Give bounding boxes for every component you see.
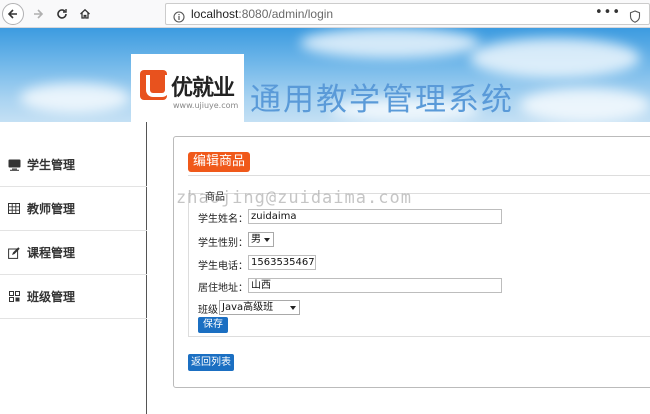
back-to-list-button[interactable]: 返回列表 [188,354,234,371]
edit-panel: 编辑商品 商品 学生姓名： zuidaima 学生性别： 男 学生电话： 156… [173,136,650,388]
cloud-decoration [520,88,650,122]
address-input[interactable]: 山西 [248,278,502,293]
cloud-decoration [470,38,640,78]
url-host: localhost [191,7,239,21]
address-label: 居住地址： [198,283,248,294]
shield-icon[interactable] [629,8,641,27]
student-phone-input[interactable]: 15635354675 [248,255,316,270]
home-button[interactable] [74,3,96,25]
reload-icon [57,9,67,19]
sidebar-item-label: 课程管理 [27,246,76,260]
gender-select[interactable]: 男 [248,232,274,247]
info-icon[interactable] [173,8,185,27]
back-button[interactable] [2,3,24,25]
cloud-decoration [20,83,130,113]
class-label: 班级 [198,305,218,316]
url-bar[interactable]: localhost:8080/admin/login ••• [165,3,650,25]
chevron-down-icon [290,306,296,310]
panel-title: 编辑商品 [188,152,251,172]
header-banner: 优就业 www.ujiuye.com 通用教学管理系统 [0,28,650,122]
table-icon [7,202,21,216]
page-actions-menu[interactable]: ••• [595,5,621,20]
phone-row: 学生电话： [198,257,248,272]
logo-url: www.ujiuye.com [173,101,239,110]
site-title: 通用教学管理系统 [250,82,514,118]
sidebar-item-courses[interactable]: 课程管理 [0,231,147,275]
watermark: zhaojing@zuidaima.com [176,188,412,208]
sidebar-item-label: 教师管理 [27,202,76,216]
gender-selected-value: 男 [251,234,261,245]
sidebar-item-label: 班级管理 [27,290,76,304]
monitor-icon [7,158,21,172]
logo-u-icon [140,70,169,100]
class-select[interactable]: Java高级班 [219,300,300,315]
arrow-left-icon [7,9,17,19]
gender-row: 学生性别： [198,234,248,249]
sidebar: 学生管理 教师管理 课程管理 班级管理 [0,122,147,414]
chevron-down-icon [264,238,270,242]
edit-icon [7,246,21,260]
address-row: 居住地址： [198,279,248,294]
sidebar-item-students[interactable]: 学生管理 [0,143,147,187]
browser-toolbar: localhost:8080/admin/login ••• [0,0,650,28]
grid-icon [7,290,21,304]
forward-button[interactable] [27,3,49,25]
logo: 优就业 www.ujiuye.com [131,54,244,122]
reload-button[interactable] [51,3,73,25]
class-row: 班级 [198,301,218,316]
arrow-right-icon [34,9,44,19]
url-path: :8080/admin/login [238,7,334,21]
sidebar-item-label: 学生管理 [27,158,76,172]
logo-text: 优就业 [171,76,235,101]
phone-label: 学生电话： [198,261,248,272]
cloud-decoration [300,28,480,58]
home-icon [80,8,90,19]
product-fieldset: 商品 学生姓名： zuidaima 学生性别： 男 学生电话： 15635354… [188,188,650,337]
student-name-input[interactable]: zuidaima [248,209,502,224]
gender-label: 学生性别： [198,238,248,249]
sidebar-item-classes[interactable]: 班级管理 [0,275,147,319]
name-label: 学生姓名： [198,214,248,225]
sidebar-item-teachers[interactable]: 教师管理 [0,187,147,231]
class-selected-value: Java高级班 [222,302,274,313]
divider [188,175,650,176]
save-button[interactable]: 保存 [198,317,228,333]
name-row: 学生姓名： [198,210,248,225]
url-text[interactable]: localhost:8080/admin/login [191,7,333,21]
